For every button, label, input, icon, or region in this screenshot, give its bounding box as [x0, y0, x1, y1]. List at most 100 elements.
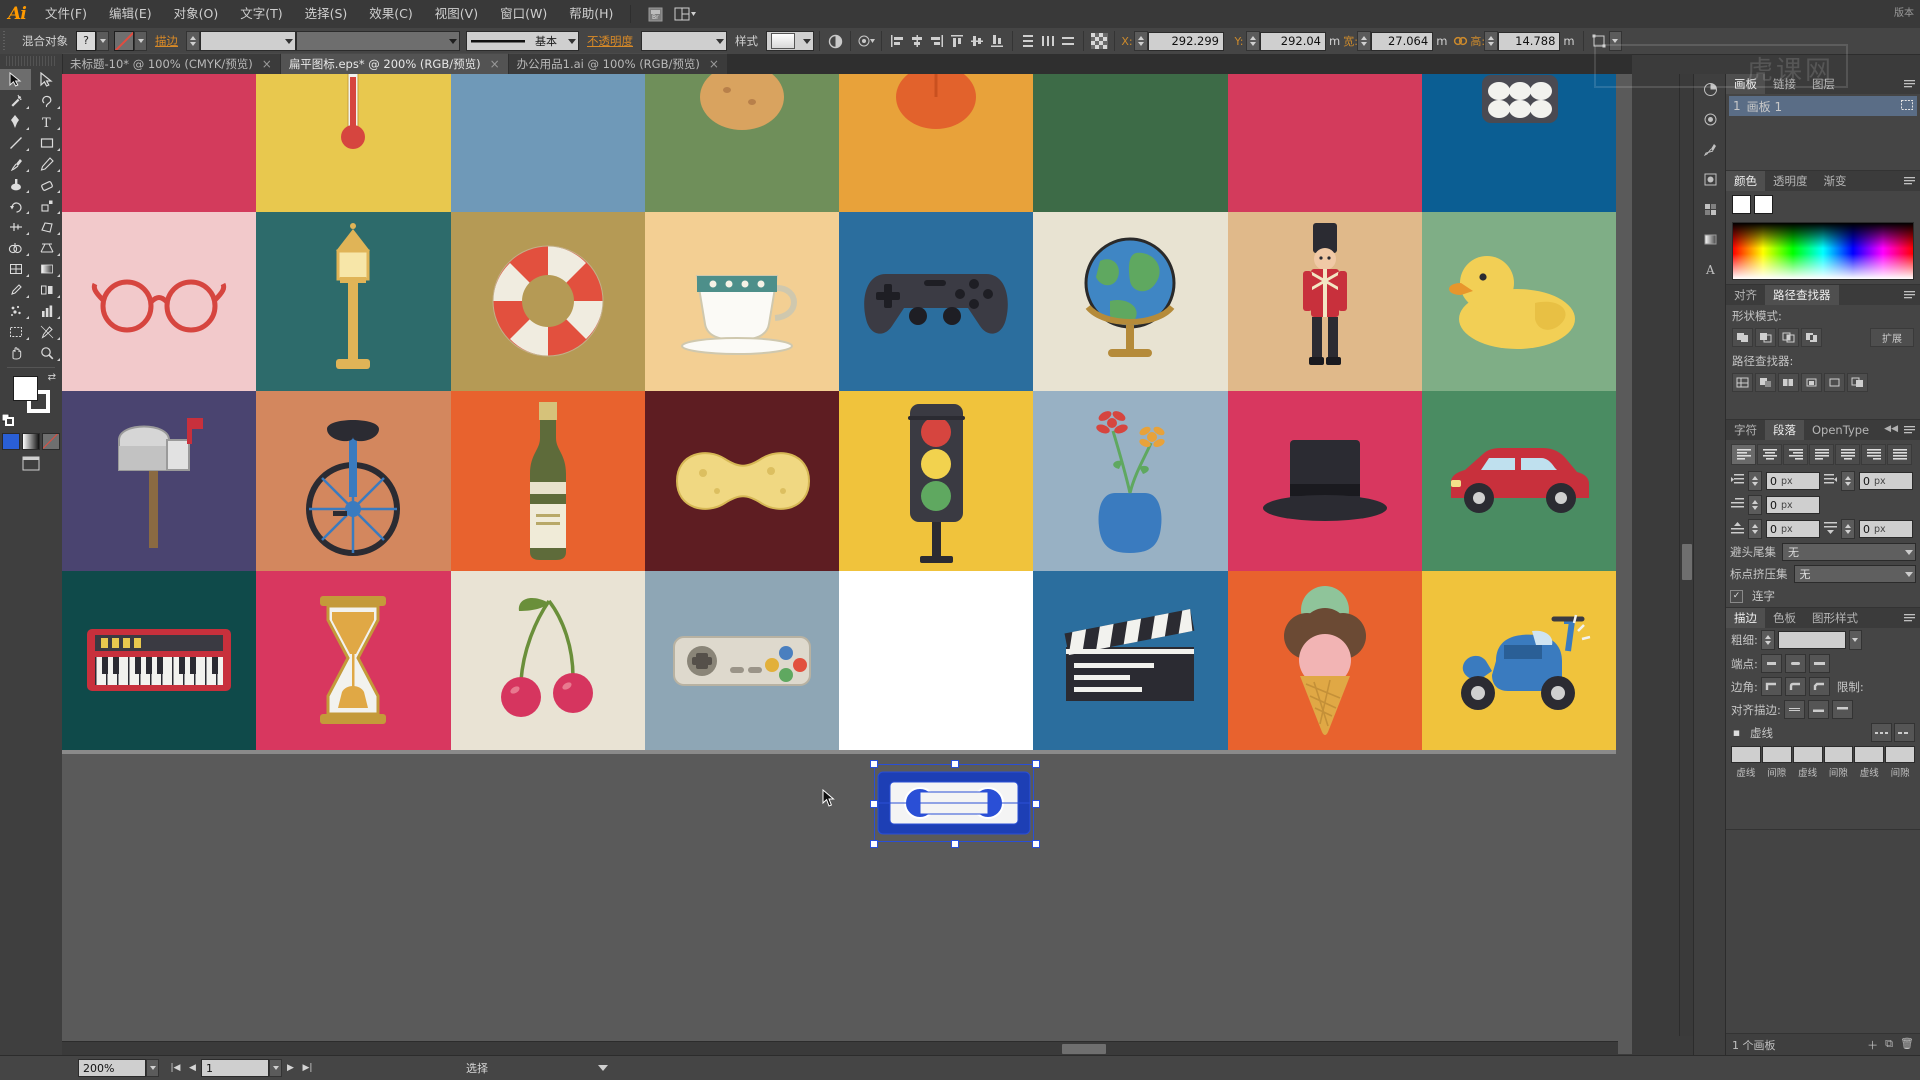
fill-color-swatch[interactable]: ? — [76, 31, 96, 51]
cell-street-lamp-icon[interactable] — [256, 211, 451, 391]
y-field[interactable]: 292.04 — [1260, 31, 1326, 51]
first-page-button[interactable]: |◀ — [167, 1060, 184, 1076]
mesh-tool[interactable] — [0, 258, 31, 279]
cell-potato-icon[interactable] — [644, 74, 839, 212]
justify-last-left-icon[interactable] — [1809, 444, 1834, 465]
cell-traffic-light-icon[interactable] — [839, 391, 1034, 571]
panel-menu-icon[interactable] — [1904, 175, 1916, 187]
space-after-stepper[interactable] — [1841, 519, 1855, 539]
resize-handle-w[interactable] — [870, 800, 878, 808]
x-stepper[interactable] — [1134, 31, 1148, 51]
status-menu-arrow[interactable] — [598, 1065, 608, 1071]
cell-car-icon[interactable] — [1421, 391, 1616, 571]
swatches-icon[interactable] — [1694, 194, 1726, 224]
shape-builder-tool[interactable] — [0, 237, 31, 258]
menu-object[interactable]: 对象(O) — [163, 0, 230, 28]
transparency-grid-icon[interactable] — [1089, 31, 1109, 51]
align-left-icon[interactable] — [887, 31, 907, 51]
stroke-weight-combo[interactable] — [200, 31, 296, 51]
outline-icon[interactable] — [1824, 373, 1845, 392]
gradient-fill-mode[interactable] — [22, 433, 40, 450]
delete-artboard-icon[interactable]: 🗑 — [1900, 1037, 1914, 1053]
merge-icon[interactable] — [1778, 373, 1799, 392]
hand-tool[interactable] — [0, 342, 31, 363]
slice-tool[interactable] — [31, 321, 62, 342]
line-segment-tool[interactable] — [0, 132, 31, 153]
scale-tool[interactable] — [31, 195, 62, 216]
indent-first-stepper[interactable] — [1748, 495, 1762, 515]
recolor-artwork-icon[interactable] — [856, 31, 876, 51]
zoom-tool[interactable] — [31, 342, 62, 363]
menu-effect[interactable]: 效果(C) — [358, 0, 423, 28]
gradient-icon[interactable] — [1694, 224, 1726, 254]
stroke-profile-combo[interactable]: 基本 — [466, 31, 579, 51]
cell-sponge-icon[interactable] — [644, 391, 839, 571]
cell-gamepad-icon[interactable] — [839, 211, 1034, 391]
last-page-button[interactable]: ▶| — [299, 1060, 316, 1076]
tab-pathfinder[interactable]: 路径查找器 — [1765, 285, 1839, 305]
indent-first-field[interactable]: 0 px — [1766, 496, 1820, 514]
rotate-tool[interactable] — [0, 195, 31, 216]
link-proportions-icon[interactable] — [1450, 31, 1470, 51]
cell-partial-blue-icon[interactable] — [450, 74, 645, 212]
tab-artboards[interactable]: 画板 — [1726, 74, 1765, 94]
justify-last-right-icon[interactable] — [1861, 444, 1886, 465]
indent-left-field[interactable]: 0 px — [1766, 472, 1820, 490]
tab-links[interactable]: 链接 — [1765, 74, 1804, 94]
type-tool[interactable]: T — [31, 111, 62, 132]
document-tab-2[interactable]: 扁平图标.eps* @ 200% (RGB/预览) × — [280, 53, 508, 74]
align-middle-v-icon[interactable] — [967, 31, 987, 51]
align-bottom-icon[interactable] — [987, 31, 1007, 51]
expand-button[interactable]: 扩展 — [1870, 328, 1914, 347]
fill-swatch-large[interactable] — [13, 376, 38, 401]
justify-all-icon[interactable] — [1887, 444, 1912, 465]
tab-layers[interactable]: 图层 — [1804, 74, 1843, 94]
opacity-label[interactable]: 不透明度 — [579, 33, 641, 49]
eraser-tool[interactable] — [31, 174, 62, 195]
cell-thermometer-icon[interactable] — [256, 74, 451, 212]
kinsoku-select[interactable]: 无 — [1793, 565, 1916, 583]
cell-scooter-icon[interactable] — [1421, 570, 1616, 750]
align-right-text-icon[interactable] — [1783, 444, 1808, 465]
align-stroke-inside-icon[interactable] — [1807, 700, 1829, 719]
tools-panel-grip[interactable] — [6, 56, 56, 66]
resize-handle-e[interactable] — [1032, 800, 1040, 808]
selection-tool[interactable] — [0, 69, 31, 90]
resize-handle-ne[interactable] — [1032, 760, 1040, 768]
color-fill-mode[interactable] — [2, 433, 20, 450]
page-dropdown-arrow[interactable] — [269, 1059, 282, 1077]
color-guide-icon[interactable] — [1694, 74, 1726, 104]
butt-cap-icon[interactable] — [1760, 654, 1782, 673]
gap-field-1[interactable] — [1761, 746, 1792, 763]
panel-stroke-weight-field[interactable] — [1777, 631, 1846, 649]
align-center-h-icon[interactable] — [907, 31, 927, 51]
burasagari-select[interactable]: 无 — [1782, 543, 1916, 561]
panel-menu-icon[interactable] — [1904, 78, 1916, 90]
indent-right-stepper[interactable] — [1841, 471, 1855, 491]
resize-handle-nw[interactable] — [870, 760, 878, 768]
resize-handle-sw[interactable] — [870, 840, 878, 848]
cell-cherries-icon[interactable] — [450, 570, 645, 750]
brushes-icon[interactable] — [1694, 134, 1726, 164]
menu-window[interactable]: 窗口(W) — [489, 0, 558, 28]
blob-brush-tool[interactable] — [0, 174, 31, 195]
control-bar-grip[interactable] — [3, 31, 12, 51]
tab-opentype[interactable]: OpenType — [1804, 420, 1877, 440]
round-join-icon[interactable] — [1784, 677, 1806, 696]
resize-handle-n[interactable] — [951, 760, 959, 768]
none-fill-mode[interactable] — [42, 433, 60, 450]
pencil-tool[interactable] — [31, 153, 62, 174]
cell-top-hat-icon[interactable] — [1227, 391, 1422, 571]
cell-eggs-icon[interactable] — [1421, 74, 1616, 212]
artboard-tool[interactable] — [0, 321, 31, 342]
cell-globe-icon[interactable] — [1033, 211, 1228, 391]
h-field[interactable]: 14.788 — [1498, 31, 1561, 51]
menu-select[interactable]: 选择(S) — [294, 0, 359, 28]
cell-toy-soldier-icon[interactable] — [1227, 211, 1422, 391]
exclude-icon[interactable] — [1801, 328, 1822, 347]
close-icon[interactable]: × — [709, 57, 719, 71]
canvas-vertical-scrollbar[interactable] — [1679, 74, 1694, 1036]
page-number-field[interactable]: 1 — [201, 1059, 269, 1077]
indent-right-field[interactable]: 0 px — [1859, 472, 1913, 490]
artboard-edit-icon[interactable] — [1901, 99, 1913, 114]
